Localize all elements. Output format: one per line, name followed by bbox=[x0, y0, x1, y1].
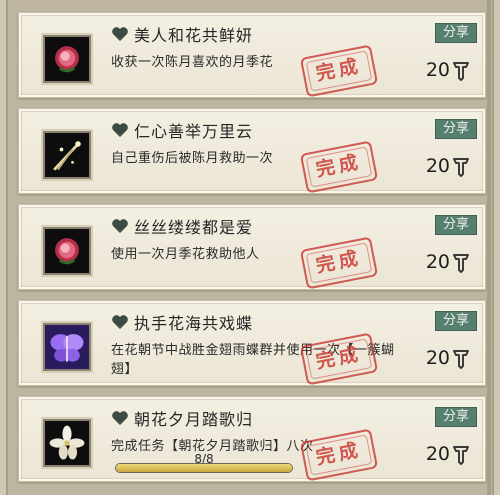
heart-icon bbox=[112, 411, 128, 425]
share-button[interactable]: 分享 bbox=[435, 215, 477, 235]
achievement-list: 美人和花共鲜妍 收获一次陈月喜欢的月季花 分享 完成 20 仁心善举万里云 自己… bbox=[6, 0, 494, 495]
achievement-title: 朝花夕月踏歌归 bbox=[134, 410, 254, 429]
achievement-card: 朝花夕月踏歌归 完成任务【朝花夕月踏歌归】八次 分享 完成 8/8 20 bbox=[18, 396, 486, 482]
points-value: 20 bbox=[425, 443, 450, 465]
achievement-card: 美人和花共鲜妍 收获一次陈月喜欢的月季花 分享 完成 20 bbox=[18, 12, 486, 98]
rose-icon bbox=[43, 227, 91, 275]
scrollbar[interactable] bbox=[487, 0, 491, 495]
achievement-points: 20 bbox=[426, 155, 471, 177]
heart-icon bbox=[112, 27, 128, 41]
share-button[interactable]: 分享 bbox=[435, 23, 477, 43]
achievement-point-icon bbox=[453, 350, 469, 369]
share-button[interactable]: 分享 bbox=[435, 119, 477, 139]
achievement-points: 20 bbox=[426, 347, 471, 369]
achievement-point-icon bbox=[453, 158, 469, 177]
purple-butterfly-icon bbox=[43, 323, 91, 371]
heart-icon bbox=[112, 219, 128, 233]
achievement-points: 20 bbox=[426, 443, 471, 465]
heart-icon bbox=[112, 315, 128, 329]
achievement-card: 执手花海共戏蝶 在花朝节中战胜金翅雨蝶群并使用一次【一簇蝴翅】 分享 完成 20 bbox=[18, 300, 486, 386]
achievement-title: 执手花海共戏蝶 bbox=[134, 314, 254, 333]
achievement-title: 仁心善举万里云 bbox=[134, 122, 254, 141]
achievement-points: 20 bbox=[426, 59, 471, 81]
share-button[interactable]: 分享 bbox=[435, 311, 477, 331]
progress-fill bbox=[116, 464, 292, 472]
achievement-points: 20 bbox=[426, 251, 471, 273]
heart-icon bbox=[112, 123, 128, 137]
achievement-title: 美人和花共鲜妍 bbox=[134, 26, 254, 45]
points-value: 20 bbox=[425, 155, 450, 177]
sparkle-sword-icon bbox=[43, 131, 91, 179]
rose-icon bbox=[43, 35, 91, 83]
share-button[interactable]: 分享 bbox=[435, 407, 477, 427]
points-value: 20 bbox=[425, 347, 450, 369]
points-value: 20 bbox=[425, 251, 450, 273]
achievement-card: 丝丝缕缕都是爱 使用一次月季花救助他人 分享 完成 20 bbox=[18, 204, 486, 290]
white-flower-icon bbox=[43, 419, 91, 467]
achievement-title: 丝丝缕缕都是爱 bbox=[134, 218, 254, 237]
achievement-point-icon bbox=[453, 254, 469, 273]
points-value: 20 bbox=[425, 59, 450, 81]
progress-bar bbox=[115, 463, 293, 473]
achievement-point-icon bbox=[453, 446, 469, 465]
achievement-card: 仁心善举万里云 自己重伤后被陈月救助一次 分享 完成 20 bbox=[18, 108, 486, 194]
achievement-point-icon bbox=[453, 62, 469, 81]
